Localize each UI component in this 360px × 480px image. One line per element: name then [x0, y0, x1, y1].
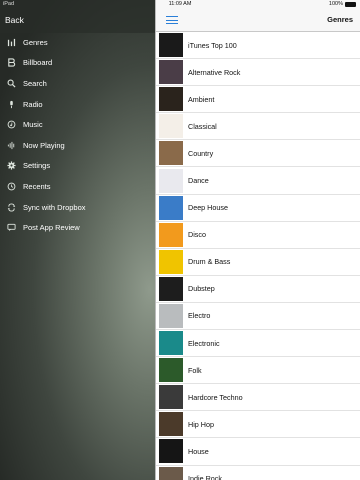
genre-thumbnail-image: [159, 466, 183, 480]
dropbox-icon: [0, 202, 23, 212]
genre-name: Indie Rock: [188, 474, 222, 480]
genre-row[interactable]: Hip Hop: [156, 411, 360, 439]
side-menu: Back Genres Billboard Search Radio Music Now …: [0, 0, 155, 480]
side-menu-item-music[interactable]: Music: [0, 114, 155, 135]
genre-thumbnail-image: [159, 276, 183, 301]
genre-row[interactable]: Dance: [156, 167, 360, 195]
genre-thumbnail-image: [159, 114, 183, 139]
genre-name: Disco: [188, 230, 206, 240]
genre-name: Classical: [188, 121, 217, 131]
genre-row[interactable]: Hardcore Techno: [156, 384, 360, 412]
genre-thumbnail-image: [159, 249, 183, 274]
microphone-icon: [0, 100, 23, 109]
side-menu-item-label: Post App Review: [23, 223, 80, 233]
battery-indicator: 100%: [329, 1, 356, 7]
genre-row[interactable]: Alternative Rock: [156, 59, 360, 87]
genre-name: Dance: [188, 176, 209, 186]
music-note-icon: [0, 120, 23, 129]
side-menu-item-settings[interactable]: Settings: [0, 156, 155, 177]
genre-thumbnail-image: [159, 87, 183, 112]
genre-list: iTunes Top 100 Alternative Rock Ambient Cla…: [156, 32, 360, 480]
genre-row[interactable]: Country: [156, 140, 360, 168]
genre-row[interactable]: Electronic: [156, 330, 360, 358]
side-menu-item-sync-with-dropbox[interactable]: Sync with Dropbox: [0, 197, 155, 218]
side-menu-item-label: Genres: [23, 37, 48, 47]
side-menu-item-label: Now Playing: [23, 140, 65, 150]
genre-name: Hip Hop: [188, 419, 214, 429]
genre-thumbnail-image: [159, 358, 183, 383]
genre-row[interactable]: Ambient: [156, 86, 360, 114]
genre-name: Country: [188, 148, 214, 158]
genre-row[interactable]: Folk: [156, 357, 360, 385]
side-menu-item-label: Billboard: [23, 58, 53, 68]
genre-name: Hardcore Techno: [188, 392, 243, 402]
side-menu-item-genres[interactable]: Genres: [0, 32, 155, 53]
genre-thumbnail-image: [159, 33, 183, 58]
genre-thumbnail-image: [159, 141, 183, 166]
genre-row[interactable]: Disco: [156, 222, 360, 249]
battery-icon: [345, 1, 356, 7]
side-menu-item-recents[interactable]: Recents: [0, 176, 155, 197]
side-menu-item-post-app-review[interactable]: Post App Review: [0, 217, 155, 238]
genre-thumbnail-image: [159, 195, 183, 220]
chat-icon: [0, 223, 23, 232]
hamburger-menu-icon[interactable]: [166, 16, 178, 24]
genre-name: Ambient: [188, 94, 215, 104]
side-menu-item-billboard[interactable]: Billboard: [0, 53, 155, 74]
genre-thumbnail-image: [159, 439, 183, 464]
side-menu-item-label: Settings: [23, 161, 51, 171]
genre-name: iTunes Top 100: [188, 40, 237, 50]
genre-name: Drum & Bass: [188, 257, 231, 267]
status-bar: iPad 11:09 AM 100%: [0, 0, 360, 9]
side-menu-item-label: Radio: [23, 99, 43, 109]
genres-panel: Genres iTunes Top 100 Alternative Rock Amb…: [155, 0, 360, 480]
genre-thumbnail-image: [159, 60, 183, 85]
side-menu-item-label: Search: [23, 78, 47, 88]
side-menu-item-label: Sync with Dropbox: [23, 202, 86, 212]
genre-thumbnail-image: [159, 385, 183, 410]
genre-name: Folk: [188, 365, 202, 375]
genre-thumbnail-image: [159, 303, 183, 328]
genre-row[interactable]: Classical: [156, 113, 360, 141]
battery-percent: 100%: [328, 1, 343, 7]
gear-icon: [0, 161, 23, 170]
genre-thumbnail-image: [159, 222, 183, 247]
genre-row[interactable]: iTunes Top 100: [156, 32, 360, 60]
side-menu-list: Genres Billboard Search Radio Music Now Playi…: [0, 32, 155, 238]
genre-row[interactable]: Deep House: [156, 195, 360, 222]
equalizer-icon: [0, 38, 23, 47]
side-menu-item-radio[interactable]: Radio: [0, 94, 155, 115]
genre-row[interactable]: Indie Rock: [156, 466, 360, 480]
side-menu-item-label: Recents: [23, 181, 51, 191]
genre-name: Deep House: [188, 203, 228, 213]
genre-name: House: [188, 446, 209, 456]
genre-row[interactable]: House: [156, 438, 360, 466]
genre-thumbnail-image: [159, 168, 183, 193]
genre-row[interactable]: Drum & Bass: [156, 249, 360, 276]
genre-row[interactable]: Electro: [156, 303, 360, 331]
side-menu-item-now-playing[interactable]: Now Playing: [0, 135, 155, 156]
back-button[interactable]: Back: [5, 15, 24, 25]
search-icon: [0, 79, 23, 88]
waveform-icon: [0, 141, 23, 150]
genre-row[interactable]: Dubstep: [156, 276, 360, 303]
genre-thumbnail-image: [159, 412, 183, 437]
billboard-icon: [0, 58, 23, 68]
genre-name: Electro: [188, 311, 211, 321]
genre-name: Dubstep: [188, 284, 215, 294]
genre-thumbnail-image: [159, 331, 183, 356]
page-title: Genres: [327, 15, 353, 24]
history-icon: [0, 182, 23, 191]
status-time: 11:09 AM: [168, 1, 192, 7]
side-menu-item-search[interactable]: Search: [0, 73, 155, 94]
genre-name: Electronic: [188, 338, 220, 348]
side-menu-item-label: Music: [23, 120, 43, 130]
genre-name: Alternative Rock: [188, 67, 241, 77]
